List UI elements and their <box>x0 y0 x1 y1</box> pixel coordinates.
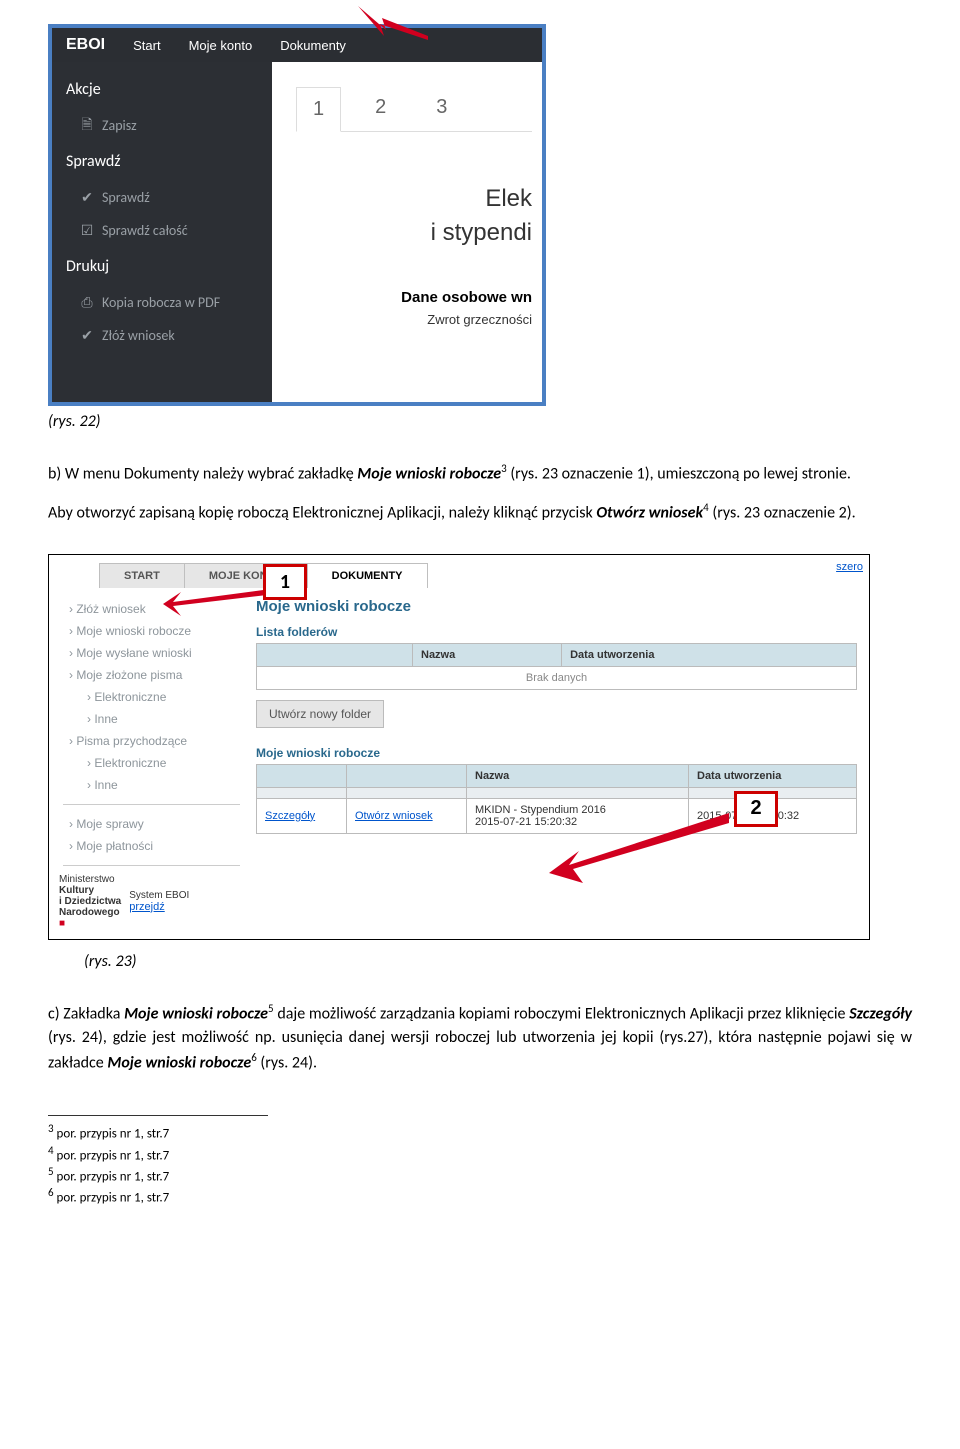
annotation-marker-1: 1 <box>263 564 307 600</box>
link-szero[interactable]: szero <box>836 561 863 573</box>
footnote-5: 5 por. przypis nr 1, str.7 <box>48 1165 912 1184</box>
col-data: Data utworzenia <box>562 643 857 666</box>
section-heading: Dane osobowe wn <box>296 289 532 306</box>
check-circle-icon: ✔ <box>80 329 94 343</box>
menu-moje-sprawy[interactable]: Moje sprawy <box>59 813 244 835</box>
folders-table: Nazwa Data utworzenia Brak danych <box>256 643 857 690</box>
menu-moje-platnosci[interactable]: Moje płatności <box>59 835 244 857</box>
field-label: Zwrot grzeczności <box>296 312 532 327</box>
annotation-arrow-top <box>358 6 430 51</box>
col-data-2: Data utworzenia <box>689 764 857 787</box>
checkbox-icon: ☑ <box>80 224 94 238</box>
menu-elektroniczne[interactable]: Elektroniczne <box>59 686 244 708</box>
szczegoly-link[interactable]: Szczegóły <box>265 810 315 822</box>
step-tabs: 1 2 3 <box>296 86 532 132</box>
sidebar-item-label: Zapisz <box>102 117 137 134</box>
menu-elektroniczne-2[interactable]: Elektroniczne <box>59 752 244 774</box>
left-menu: Złóż wniosek Moje wnioski robocze Moje w… <box>59 588 244 929</box>
system-eboi-label: System EBOI <box>129 890 189 901</box>
figure-23: 1 START MOJE KONTO DOKUMENTY szero Złóż … <box>48 554 870 946</box>
ministry-logo-block: Ministerstwo Kultury i Dziedzictwa Narod… <box>59 874 244 929</box>
top-navbar: EBOI Start Moje konto Dokumenty <box>52 28 542 62</box>
figure-22: EBOI Start Moje konto Dokumenty Akcje 🗎 … <box>48 24 546 406</box>
sidebar-item-kopia-pdf[interactable]: ⎙ Kopia robocza w PDF <box>52 286 272 319</box>
sidebar-item-zapisz[interactable]: 🗎 Zapisz <box>52 109 272 142</box>
sidebar-heading-drukuj: Drukuj <box>52 247 272 286</box>
brand-logo: EBOI <box>52 36 119 54</box>
paragraph-b-1: b) W menu Dokumenty należy wybrać zakład… <box>48 461 912 486</box>
page-heading: Moje wnioski robocze <box>256 598 857 615</box>
tab-2[interactable]: 2 <box>359 86 402 131</box>
footnote-3: 3 por. przypis nr 1, str.7 <box>48 1122 912 1141</box>
sidebar-heading-akcje: Akcje <box>52 70 272 109</box>
check-icon: ✔ <box>80 191 94 205</box>
col-nazwa-2: Nazwa <box>467 764 689 787</box>
tab-3[interactable]: 3 <box>420 86 463 131</box>
tab-start[interactable]: START <box>99 563 185 588</box>
menu-inne-2[interactable]: Inne <box>59 774 244 796</box>
footnote-separator <box>48 1115 268 1116</box>
top-tabs: START MOJE KONTO DOKUMENTY szero <box>49 555 869 588</box>
section-moje-wnioski-robocze: Moje wnioski robocze <box>256 746 857 760</box>
menu-inne[interactable]: Inne <box>59 708 244 730</box>
sidebar-item-label: Sprawdź całość <box>102 222 188 239</box>
footnote-4: 4 por. przypis nr 1, str.7 <box>48 1144 912 1163</box>
figure-23-caption: (rys. 23) <box>48 952 912 971</box>
empty-row: Brak danych <box>257 666 857 689</box>
paragraph-c: c) Zakładka Moje wnioski robocze5 daje m… <box>48 1001 912 1076</box>
tab-dokumenty[interactable]: DOKUMENTY <box>307 563 428 588</box>
menu-pisma-przychodzace[interactable]: Pisma przychodzące <box>59 730 244 752</box>
content-panel: 1 2 3 Elek i stypendi Dane osobowe wn Zw… <box>272 62 542 402</box>
sidebar-item-label: Złóż wniosek <box>102 327 175 344</box>
tab-1[interactable]: 1 <box>296 87 341 132</box>
sidebar-item-sprawdz-calosc[interactable]: ☑ Sprawdź całość <box>52 214 272 247</box>
otworz-wniosek-link[interactable]: Otwórz wniosek <box>355 810 433 822</box>
footnote-6: 6 por. przypis nr 1, str.7 <box>48 1186 912 1205</box>
right-content: 2 Moje wnioski robocze Lista folderów Na… <box>244 588 863 929</box>
document-icon: 🗎 <box>80 119 94 133</box>
annotation-marker-2: 2 <box>734 791 778 827</box>
menu-moje-wyslane-wnioski[interactable]: Moje wysłane wnioski <box>59 642 244 664</box>
section-lista-folderow: Lista folderów <box>256 625 857 639</box>
nav-moje-konto[interactable]: Moje konto <box>175 38 267 53</box>
sidebar-heading-sprawdz: Sprawdź <box>52 142 272 181</box>
truncated-heading: Elek i stypendi <box>296 182 532 249</box>
nav-start[interactable]: Start <box>119 38 174 53</box>
sidebar-item-sprawdz[interactable]: ✔ Sprawdź <box>52 181 272 214</box>
paragraph-b-2: Aby otworzyć zapisaną kopię roboczą Elek… <box>48 500 912 525</box>
sidebar-item-label: Kopia robocza w PDF <box>102 294 220 311</box>
nav-dokumenty[interactable]: Dokumenty <box>266 38 360 53</box>
przejdz-link[interactable]: przejdź <box>129 901 189 913</box>
figure-22-caption: (rys. 22) <box>48 412 912 431</box>
annotation-arrow-2 <box>549 813 729 886</box>
sidebar-item-label: Sprawdź <box>102 189 150 206</box>
col-nazwa: Nazwa <box>413 643 562 666</box>
new-folder-button[interactable]: Utwórz nowy folder <box>256 700 384 728</box>
sidebar-item-zloz-wniosek[interactable]: ✔ Złóż wniosek <box>52 319 272 352</box>
menu-moje-zlozone-pisma[interactable]: Moje złożone pisma <box>59 664 244 686</box>
pdf-icon: ⎙ <box>80 296 94 310</box>
sidebar: Akcje 🗎 Zapisz Sprawdź ✔ Sprawdź ☑ Spraw… <box>52 62 272 402</box>
